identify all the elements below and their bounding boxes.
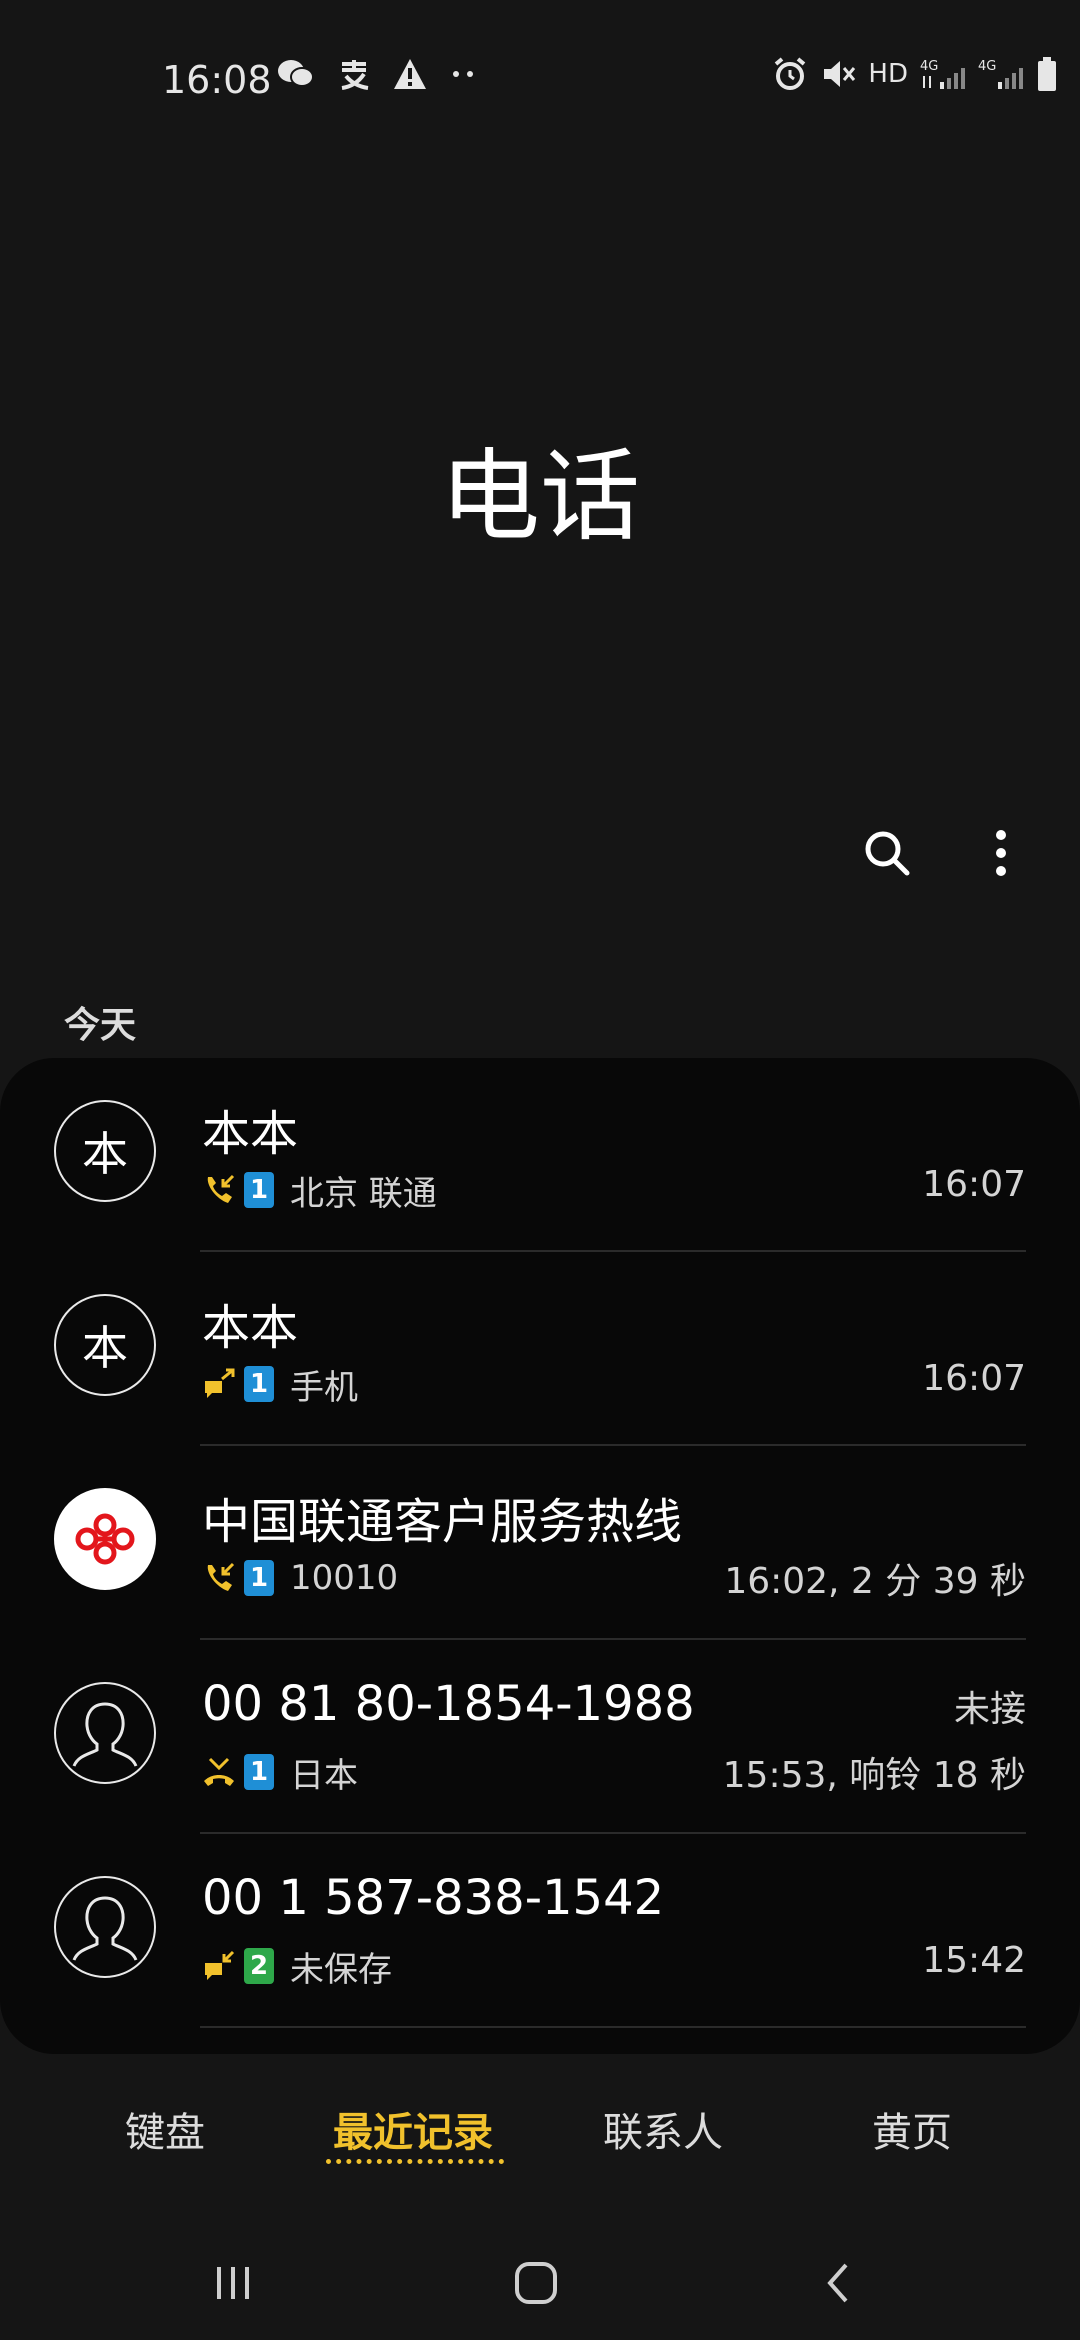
avatar[interactable] [54,1488,156,1590]
call-details: 1 北京 联通 [202,1166,437,1214]
contact-name: 00 81 80-1854-1988 [202,1676,695,1732]
recent-apps-icon [217,2267,249,2299]
bottom-tab-bar: 键盘 最近记录 联系人 黄页 [0,2080,1080,2190]
contact-name: 00 1 587-838-1542 [202,1870,665,1926]
call-location: 日本 [290,1755,358,1796]
call-number: 10010 [290,1558,399,1598]
battery-icon [1038,57,1056,91]
contact-name: 中国联通客户服务热线 [202,1494,683,1550]
contact-name: 本本 [202,1300,299,1356]
call-time: 15:53, 响铃 18 秒 [722,1755,1026,1796]
avatar[interactable]: 本 [54,1100,156,1202]
status-left-icons [276,56,478,92]
call-log-row[interactable]: 本 本本 1 北京 联通 16:07 [0,1058,1080,1252]
call-details: 2 未保存 [202,1942,392,1990]
status-right-icons: HD 4G 4G [772,56,1058,92]
avatar[interactable] [54,1682,156,1784]
sim-badge: 1 [244,1172,274,1208]
status-time: 16:08 [162,58,272,102]
recent-calls-list: 本 本本 1 北京 联通 16:07 本 本本 1 手机 16:07 中国联通客… [0,1058,1080,2054]
china-unicom-logo-icon [75,1513,135,1565]
row-divider [200,2026,1026,2028]
warning-icon [394,59,426,89]
call-log-row[interactable]: 00 1 587-838-1542 2 未保存 15:42 [0,1834,1080,2028]
4g-signal-icon: 4G [920,59,965,89]
status-bar: 16:08 HD 4G 4G [0,0,1080,150]
sim-badge: 1 [244,1366,274,1402]
active-tab-indicator [326,2155,504,2164]
more-dots-icon [453,71,473,77]
missed-status: 未接 [953,1689,1026,1730]
alarm-icon [775,57,806,90]
contact-name: 本本 [202,1106,299,1162]
call-log-row[interactable]: 中国联通客户服务热线 1 10010 16:02, 2 分 39 秒 [0,1446,1080,1640]
more-vertical-icon [996,830,1006,876]
sim-badge: 1 [244,1560,274,1596]
call-log-row[interactable]: 本 本本 1 手机 16:07 [0,1252,1080,1446]
call-location: 未保存 [290,1949,392,1990]
incoming-call-icon [207,1562,235,1591]
incoming-call-icon [207,1174,235,1203]
home-button[interactable] [496,2248,576,2318]
search-icon [865,831,910,876]
call-log-row[interactable]: 00 81 80-1854-1988 未接 1 日本 15:53, 响铃 18 … [0,1640,1080,1834]
back-icon [827,2263,848,2303]
call-location: 手机 [290,1367,358,1408]
4g-signal-icon: 4G [978,59,1023,89]
section-label-today: 今天 [64,1005,137,1046]
call-time: 16:07 [922,1358,1026,1399]
sim-badge: 1 [244,1754,274,1790]
home-icon [515,2262,557,2304]
tab-keypad[interactable]: 键盘 [125,2100,205,2158]
hd-label: HD [868,59,908,89]
top-actions [856,822,1032,884]
search-button[interactable] [856,822,918,884]
call-details: 1 10010 [202,1554,398,1602]
more-options-button[interactable] [970,822,1032,884]
sim-badge: 2 [244,1948,274,1984]
svg-text:4G: 4G [978,59,996,74]
person-silhouette-icon [72,1702,138,1767]
tab-yellow-pages[interactable]: 黄页 [872,2100,952,2158]
outgoing-message-icon [205,1368,235,1398]
alipay-icon [341,60,369,90]
page-title: 电话 [440,438,640,555]
wechat-icon [278,60,314,87]
person-silhouette-icon [72,1896,138,1961]
back-button[interactable] [798,2248,878,2318]
call-time: 16:02, 2 分 39 秒 [724,1561,1026,1602]
missed-call-icon [204,1757,234,1786]
avatar[interactable]: 本 [54,1294,156,1396]
recent-apps-button[interactable] [193,2248,273,2318]
mute-icon [824,61,856,87]
call-time: 15:42 [922,1940,1026,1981]
call-time: 16:07 [922,1164,1026,1205]
call-details: 1 日本 [202,1748,358,1796]
svg-text:4G: 4G [920,59,938,74]
tab-contacts[interactable]: 联系人 [603,2100,723,2158]
avatar[interactable] [54,1876,156,1978]
system-nav-bar [0,2226,1080,2340]
incoming-message-icon [205,1950,235,1980]
call-details: 1 手机 [202,1360,358,1408]
tab-recents[interactable]: 最近记录 [333,2100,493,2158]
call-location: 北京 联通 [290,1173,437,1214]
